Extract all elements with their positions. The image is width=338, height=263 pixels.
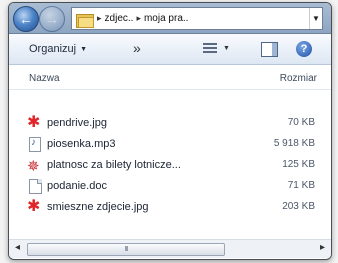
folder-icon	[76, 12, 94, 28]
horizontal-scrollbar[interactable]: ◂ III ▸	[9, 239, 331, 258]
file-name: smieszne zdjecie.jpg	[47, 201, 149, 213]
address-bar[interactable]: ▸ zdjec.. ▸ moja pra.. ▼	[71, 7, 323, 30]
back-button[interactable]: ←	[13, 6, 39, 32]
change-view-button[interactable]: ▼	[203, 43, 230, 54]
breadcrumb-item[interactable]: moja pra..	[144, 13, 188, 24]
file-row[interactable]: ✱ pendrive.jpg 70 KB	[9, 113, 331, 134]
file-size: 70 KB	[287, 117, 315, 128]
file-list: ✱ pendrive.jpg 70 KB piosenka.mp3 5 918 …	[9, 113, 331, 218]
mp3-audio-icon	[27, 137, 41, 152]
preview-pane-button[interactable]	[261, 42, 278, 57]
file-row[interactable]: ✱ smieszne zdjecie.jpg 203 KB	[9, 197, 331, 218]
file-size: 203 KB	[282, 201, 315, 212]
organize-button[interactable]: Organizuj ▼	[29, 43, 87, 55]
address-dropdown-button[interactable]: ▼	[309, 8, 322, 29]
scrollbar-thumb[interactable]: III	[27, 243, 225, 256]
file-size: 71 KB	[287, 180, 315, 191]
jpg-image-icon: ✱	[27, 198, 41, 215]
file-name: piosenka.mp3	[47, 138, 116, 150]
doc-document-icon	[27, 179, 42, 194]
command-bar: Organizuj ▼ » ▼ ?	[9, 34, 331, 65]
help-button[interactable]: ?	[296, 41, 312, 57]
chevron-down-icon: ▼	[312, 14, 320, 23]
column-size-header[interactable]: Rozmiar	[280, 73, 317, 84]
pdf-document-icon: ✵	[27, 158, 40, 175]
column-name-header[interactable]: Nazwa	[29, 73, 60, 84]
chevron-down-icon: ▼	[80, 45, 88, 53]
chevron-down-icon: ▼	[223, 45, 230, 52]
file-size: 5 918 KB	[273, 138, 315, 149]
jpg-image-icon: ✱	[27, 114, 41, 131]
file-row[interactable]: piosenka.mp3 5 918 KB	[9, 134, 331, 155]
back-arrow-icon: ←	[19, 11, 33, 27]
view-list-icon	[203, 43, 217, 54]
file-name: podanie.doc	[47, 180, 107, 192]
forward-arrow-icon: →	[45, 11, 59, 27]
breadcrumb-separator: ▸	[97, 13, 102, 23]
address-bar-area: ← → ▸ zdjec.. ▸ moja pra.. ▼	[9, 3, 331, 34]
explorer-window: ← → ▸ zdjec.. ▸ moja pra.. ▼ Organizuj ▼…	[8, 2, 332, 260]
more-commands-button[interactable]: »	[133, 40, 141, 56]
column-header: Nazwa Rozmiar	[9, 67, 331, 90]
file-name: pendrive.jpg	[47, 117, 107, 129]
forward-button[interactable]: →	[39, 6, 65, 32]
scroll-right-arrow-icon[interactable]: ▸	[320, 242, 325, 253]
file-size: 125 KB	[282, 159, 315, 170]
scroll-left-arrow-icon[interactable]: ◂	[15, 242, 20, 253]
file-row[interactable]: ✵ platnosc za bilety lotnicze... 125 KB	[9, 155, 331, 176]
organize-label: Organizuj	[29, 43, 77, 55]
file-row[interactable]: podanie.doc 71 KB	[9, 176, 331, 197]
file-name: platnosc za bilety lotnicze...	[47, 159, 181, 171]
breadcrumb-separator: ▸	[136, 13, 141, 23]
scroll-grip-icon: III	[124, 246, 129, 253]
breadcrumb-item[interactable]: zdjec..	[105, 13, 134, 24]
